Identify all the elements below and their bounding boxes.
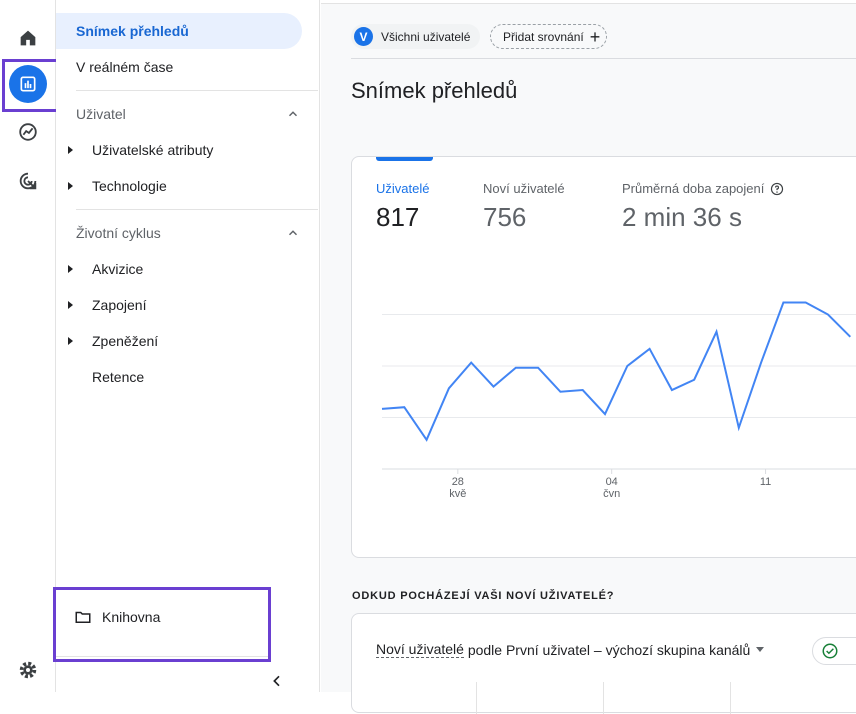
chart-series-line — [381, 301, 852, 442]
nav-item-retention[interactable]: Retence — [68, 359, 144, 395]
add-comparison-button[interactable]: Přidat srovnání + — [490, 24, 608, 49]
metric-value: 756 — [483, 202, 527, 232]
caret-right-icon — [68, 301, 73, 309]
check-circle-icon — [822, 643, 838, 659]
nav-item-library[interactable]: Knihovna — [74, 608, 160, 626]
chart-x-tick-label: 04 — [606, 476, 618, 488]
metric-value: 2 min 36 s — [622, 202, 742, 232]
caret-right-icon — [68, 182, 73, 190]
acquisition-card: Noví uživatelé podle První uživatel – vý… — [351, 613, 856, 714]
nav-item-monetization[interactable]: Zpeněžení — [68, 323, 158, 359]
help-icon[interactable] — [770, 182, 784, 196]
folder-icon — [75, 611, 91, 623]
divider — [351, 58, 856, 59]
users-line-chart: 28kvě 04čvn 11 — [381, 301, 856, 500]
card-title-rest: podle První uživatel – výchozí skupina k… — [463, 641, 751, 658]
side-navigation: Snímek přehledů V reálném čase Uživatel … — [53, 0, 320, 692]
nav-item-snapshot[interactable]: Snímek přehledů — [56, 13, 302, 49]
chart-x-tick-label: 11 — [760, 476, 771, 488]
reports-icon[interactable] — [8, 64, 48, 104]
nav-item-user-attributes[interactable]: Uživatelské atributy — [68, 132, 213, 168]
card-title: Noví uživatelé podle První uživatel – vý… — [376, 641, 765, 658]
table-divider — [730, 682, 731, 714]
caret-right-icon — [68, 146, 73, 154]
top-bar-edge — [321, 0, 856, 4]
metric-label: Uživatelé — [376, 181, 430, 196]
metric-tab-users[interactable]: Uživatelé 817 — [376, 181, 429, 233]
caret-right-icon — [68, 337, 73, 345]
chevron-up-icon — [288, 111, 298, 117]
explore-icon[interactable] — [8, 112, 48, 152]
main-content: V Všichni uživatelé Přidat srovnání + Sn… — [321, 0, 856, 714]
metric-label: Noví uživatelé — [483, 181, 565, 196]
home-icon[interactable] — [8, 18, 48, 58]
gear-icon[interactable] — [8, 650, 48, 690]
icon-rail — [0, 0, 61, 692]
section-user[interactable]: Uživatel — [76, 99, 300, 129]
metric-value: 817 — [376, 202, 420, 232]
metric-label: Průměrná doba zapojení — [622, 181, 765, 196]
segment-label: Všichni uživatelé — [381, 29, 471, 44]
advertising-icon[interactable] — [8, 161, 48, 201]
page-title: Snímek přehledů — [351, 78, 518, 103]
metric-tab-new-users[interactable]: Noví uživatelé 756 — [483, 181, 565, 233]
metric-selector[interactable]: Noví uživatelé — [376, 641, 464, 658]
metric-label-row: Průměrná doba zapojení — [622, 181, 784, 196]
dropdown-arrow-icon[interactable] — [756, 647, 765, 652]
divider — [56, 656, 270, 657]
section-heading: ODKUD POCHÁZEJÍ VAŠI NOVÍ UŽIVATELÉ? — [352, 590, 615, 602]
overview-card: Uživatelé 817 Noví uživatelé 756 Průměrn… — [351, 156, 856, 558]
divider — [76, 90, 318, 91]
table-divider — [476, 682, 477, 714]
table-divider — [603, 682, 604, 714]
nav-item-acquisition[interactable]: Akvizice — [68, 251, 143, 287]
nav-item-technology[interactable]: Technologie — [68, 168, 167, 204]
chart-x-tick-month: kvě — [449, 488, 466, 500]
active-tab-indicator — [376, 157, 433, 161]
segment-avatar: V — [354, 27, 373, 46]
status-check-button[interactable] — [812, 637, 856, 665]
plus-icon: + — [589, 26, 601, 47]
chart-x-tick-month: čvn — [603, 488, 620, 500]
section-lifecycle[interactable]: Životní cyklus — [76, 218, 300, 248]
segment-chip[interactable]: V Všichni uživatelé — [351, 24, 481, 49]
collapse-sidebar-button[interactable] — [268, 672, 286, 690]
caret-right-icon — [68, 265, 73, 273]
nav-item-engagement[interactable]: Zapojení — [68, 287, 146, 323]
add-comparison-label: Přidat srovnání — [503, 29, 584, 44]
divider — [76, 209, 318, 210]
chart-x-tick-label: 28 — [452, 476, 464, 488]
metric-tab-engagement-time[interactable]: Průměrná doba zapojení 2 min 36 s — [622, 181, 784, 233]
chevron-up-icon — [288, 230, 298, 236]
nav-item-realtime[interactable]: V reálném čase — [56, 49, 173, 85]
chevron-left-icon — [273, 675, 280, 687]
